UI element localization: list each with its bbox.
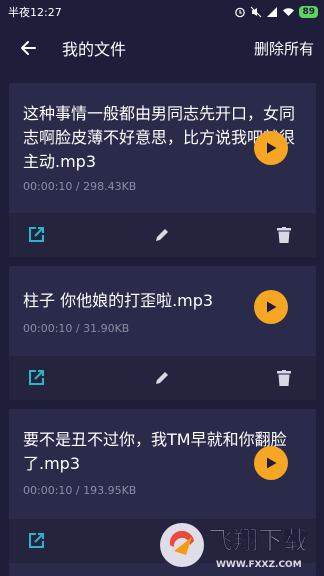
rename-button[interactable] (151, 367, 173, 389)
file-card[interactable]: 柱子 你他娘的打歪啦.mp3 00:00:10 / 31.90KB (9, 266, 316, 400)
rename-button[interactable] (151, 224, 173, 246)
open-external-icon (29, 370, 44, 385)
app-bar: 我的文件 删除所有 (0, 24, 324, 72)
file-meta: 00:00:10 / 31.90KB (23, 322, 130, 335)
delete-button[interactable] (273, 224, 295, 246)
card-actions (9, 213, 316, 257)
trash-icon (277, 370, 291, 386)
play-icon (267, 301, 277, 313)
watermark-graphic: 飞翔下载 WWW.FXXZ.COM (160, 523, 308, 570)
open-external-icon (29, 533, 44, 548)
play-button[interactable] (254, 290, 288, 324)
watermark-logo: 飞翔下载 WWW.FXXZ.COM (152, 511, 324, 576)
play-button[interactable] (254, 446, 288, 480)
file-meta: 00:00:10 / 193.95KB (23, 484, 137, 497)
wifi-icon (283, 8, 295, 16)
play-icon (267, 142, 277, 154)
edit-icon (156, 229, 168, 241)
alarm-icon (235, 7, 246, 18)
status-icons: 89 (234, 6, 318, 18)
play-button[interactable] (254, 131, 288, 165)
delete-button[interactable] (273, 367, 295, 389)
file-card[interactable]: 这种事情一般都由男同志先开口，女同志啊脸皮薄不好意思，比方说我吧就很主动.mp3… (9, 83, 316, 257)
card-actions (9, 356, 316, 400)
edit-icon (156, 372, 168, 384)
delete-all-button[interactable]: 删除所有 (254, 38, 314, 59)
watermark-url: WWW.FXXZ.COM (216, 560, 302, 570)
arrow-back-icon (21, 41, 36, 55)
watermark-text: 飞翔下载 (208, 526, 308, 555)
status-bar: 半夜12:27 89 (0, 0, 324, 24)
file-meta: 00:00:10 / 298.43KB (23, 180, 137, 193)
status-time: 半夜12:27 (8, 6, 62, 19)
open-external-icon (29, 227, 44, 242)
back-button[interactable] (14, 34, 42, 62)
signal-icon (267, 7, 278, 17)
share-button[interactable] (25, 530, 47, 552)
page-title: 我的文件 (62, 40, 127, 59)
battery-indicator: 89 (299, 6, 318, 18)
play-icon (267, 457, 277, 469)
trash-icon (277, 227, 291, 243)
share-button[interactable] (25, 224, 47, 246)
mute-icon (251, 6, 262, 18)
share-button[interactable] (25, 367, 47, 389)
